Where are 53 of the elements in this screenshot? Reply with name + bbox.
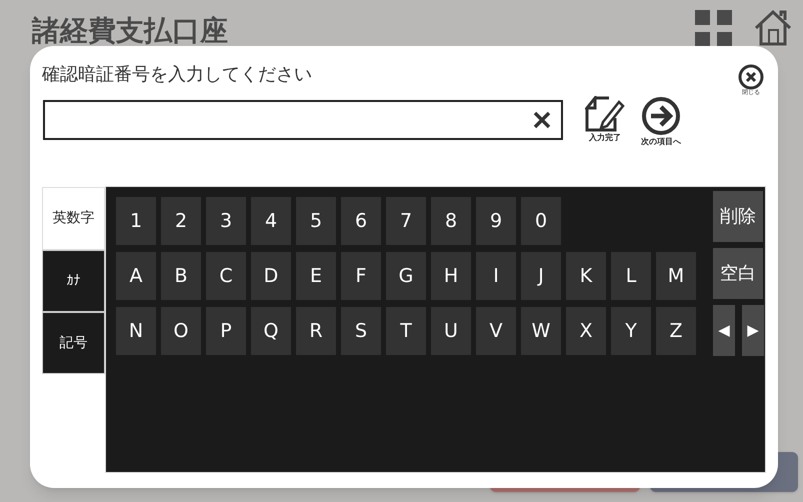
key[interactable]: O — [161, 307, 201, 355]
key[interactable]: X — [566, 307, 606, 355]
key[interactable]: U — [431, 307, 471, 355]
pencil-note-icon — [585, 96, 625, 132]
key[interactable]: 1 — [116, 197, 156, 245]
key[interactable]: 0 — [521, 197, 561, 245]
key[interactable]: R — [296, 307, 336, 355]
function-key[interactable]: 削除 — [713, 191, 763, 242]
key[interactable]: J — [521, 252, 561, 300]
key[interactable]: G — [386, 252, 426, 300]
key[interactable]: 8 — [431, 197, 471, 245]
prompt-text: 確認暗証番号を入力してください — [42, 66, 313, 84]
key[interactable]: 3 — [206, 197, 246, 245]
key[interactable]: 7 — [386, 197, 426, 245]
keyboard-tab[interactable]: 英数字 — [42, 187, 105, 250]
done-button[interactable]: 入力完了 — [585, 96, 625, 146]
key[interactable]: C — [206, 252, 246, 300]
key[interactable]: 2 — [161, 197, 201, 245]
key[interactable]: Y — [611, 307, 651, 355]
key[interactable]: L — [611, 252, 651, 300]
page-title: 諸経費支払口座 — [32, 13, 228, 49]
close-icon[interactable] — [738, 64, 764, 90]
key[interactable]: P — [206, 307, 246, 355]
key[interactable]: B — [161, 252, 201, 300]
key[interactable]: M — [656, 252, 696, 300]
key[interactable]: 9 — [476, 197, 516, 245]
key[interactable]: D — [251, 252, 291, 300]
home-icon[interactable] — [753, 8, 793, 46]
key[interactable]: 4 — [251, 197, 291, 245]
key[interactable]: A — [116, 252, 156, 300]
next-button[interactable]: 次の項目へ — [641, 96, 681, 146]
key[interactable]: E — [296, 252, 336, 300]
key[interactable]: 6 — [341, 197, 381, 245]
key[interactable]: T — [386, 307, 426, 355]
arrow-key[interactable]: ▶ — [742, 305, 764, 356]
grid-icon[interactable] — [695, 10, 733, 48]
key[interactable]: W — [521, 307, 561, 355]
keyboard-tab[interactable]: 記号 — [42, 312, 105, 374]
function-key[interactable]: 空白 — [713, 248, 763, 299]
clear-icon[interactable] — [533, 111, 551, 129]
key[interactable]: H — [431, 252, 471, 300]
key[interactable]: 5 — [296, 197, 336, 245]
key[interactable]: V — [476, 307, 516, 355]
key[interactable]: F — [341, 252, 381, 300]
key[interactable]: N — [116, 307, 156, 355]
arrow-key[interactable]: ◀ — [713, 305, 735, 356]
keyboard-tab[interactable]: ｶﾅ — [42, 250, 105, 312]
key[interactable]: K — [566, 252, 606, 300]
key[interactable]: I — [476, 252, 516, 300]
pin-input[interactable] — [43, 100, 563, 140]
key[interactable]: Z — [656, 307, 696, 355]
key[interactable]: S — [341, 307, 381, 355]
key[interactable]: Q — [251, 307, 291, 355]
